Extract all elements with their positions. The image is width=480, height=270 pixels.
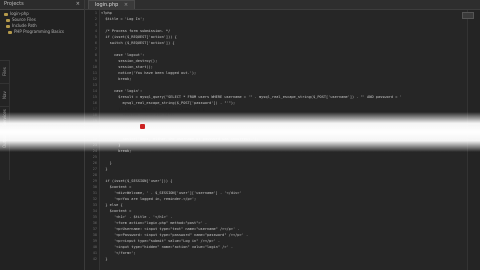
tree-item[interactable]: PHP Programming Basics xyxy=(4,29,84,35)
line-number-gutter: 1 2 3 4 5 6 7 8 9 10 11 12 13 14 15 16 17 18 19 20 21 22 23 24 2… xyxy=(85,10,100,270)
folder-icon xyxy=(6,24,10,28)
side-tab[interactable]: Files xyxy=(0,60,9,83)
side-tab[interactable]: Output xyxy=(0,129,9,152)
folder-icon xyxy=(4,12,8,16)
side-tab[interactable]: Nav xyxy=(0,83,9,106)
projects-tab-label: Projects xyxy=(4,1,24,7)
side-tab[interactable]: Services xyxy=(0,106,9,129)
overview-ruler xyxy=(467,10,480,270)
code-area[interactable]: <?php $title = 'Log In'; /* Process form… xyxy=(101,10,480,262)
editor-tab-bar: login.php × xyxy=(85,0,480,10)
side-tab-strip: Files Nav Services Output xyxy=(0,60,10,180)
editor-body[interactable]: 1 2 3 4 5 6 7 8 9 10 11 12 13 14 15 16 17 18 19 20 21 22 23 24 2… xyxy=(85,10,480,270)
project-panel: Projects × login-php Source Files Include … xyxy=(0,0,85,270)
project-tree: login-php Source Files Include Path PHP Pro… xyxy=(0,10,84,35)
breakpoint-marker-icon xyxy=(140,124,145,129)
projects-tab[interactable]: Projects × xyxy=(0,0,84,10)
folder-icon xyxy=(6,18,10,22)
code-line[interactable]: } xyxy=(101,256,480,262)
tree-item-label: PHP Programming Basics xyxy=(14,29,65,34)
folder-icon xyxy=(8,30,12,34)
line-number: 42 xyxy=(92,257,97,261)
close-icon[interactable]: × xyxy=(124,2,128,8)
code-editor: login.php × 1 2 3 4 5 6 7 8 9 10 11 12 13 14 15 16 17 18 1… xyxy=(85,0,480,270)
close-icon[interactable]: × xyxy=(76,0,80,9)
editor-tab-login-php[interactable]: login.php × xyxy=(88,0,136,9)
error-stripe-indicator xyxy=(462,12,474,19)
editor-tab-label: login.php xyxy=(95,2,119,8)
